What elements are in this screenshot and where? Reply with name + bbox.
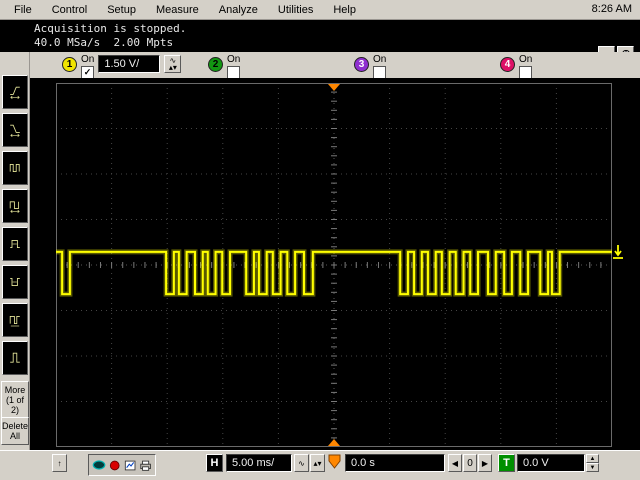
trigger-position-icon[interactable] — [328, 454, 341, 469]
updown-arrows-icon: ▴▾ — [169, 64, 177, 71]
menu-item-help[interactable]: Help — [323, 2, 366, 18]
channel-3-on-label: On — [373, 55, 386, 65]
channel-4-button[interactable]: 4 — [500, 57, 515, 72]
print-icon[interactable] — [139, 459, 152, 472]
spin-up-icon: ▲ — [590, 456, 596, 462]
channel-1-on-label: On — [81, 55, 94, 65]
channel-1-scale-field[interactable]: 1.50 V/ — [98, 55, 160, 73]
menu-item-setup[interactable]: Setup — [97, 2, 146, 18]
menu-item-utilities[interactable]: Utilities — [268, 2, 323, 18]
measure-amplitude-button[interactable] — [2, 341, 28, 375]
frequency-icon — [9, 156, 21, 180]
channel-2-on-label: On — [227, 55, 240, 65]
delete-all-button[interactable]: Delete All — [1, 417, 29, 445]
menu-item-measure[interactable]: Measure — [146, 2, 209, 18]
level-up-button[interactable]: ▲ — [586, 454, 599, 463]
measure-rise-time-button[interactable] — [2, 75, 28, 109]
period-icon — [9, 194, 21, 218]
menu-bar: File Control Setup Measure Analyze Utili… — [0, 0, 640, 20]
wave-icon: ∿ — [298, 459, 305, 468]
channel-3-controls: 3 On — [354, 55, 386, 79]
duty-cycle-icon — [9, 308, 21, 332]
channel-4-controls: 4 On — [500, 55, 532, 79]
channel-2-button[interactable]: 2 — [208, 57, 223, 72]
oscilloscope-app: File Control Setup Measure Analyze Utili… — [0, 0, 640, 480]
timebase-coarse-button[interactable]: ∿ — [294, 454, 309, 472]
channel-3-on-block: On — [373, 55, 386, 79]
timebase-field[interactable]: 5.00 ms/ — [226, 454, 292, 472]
delay-right-button[interactable]: ▶ — [478, 454, 492, 472]
more-label-line2: (1 of 2) — [2, 395, 28, 415]
horizontal-trigger-bar: ↑ H 5.00 ms/ ∿ ▴▾ — [0, 450, 640, 480]
rise-time-icon — [9, 80, 21, 104]
channel-3-button[interactable]: 3 — [354, 57, 369, 72]
channel-2-controls: 2 On — [208, 55, 240, 79]
quick-measure-icon[interactable] — [124, 459, 136, 472]
positive-width-icon — [9, 232, 21, 256]
arrow-up-icon: ↑ — [58, 459, 62, 468]
trigger-setup-button[interactable]: T — [498, 454, 515, 472]
more-label-line1: More — [2, 385, 28, 395]
measure-duty-cycle-button[interactable] — [2, 303, 28, 337]
measure-toolbar: More (1 of 2) Delete All — [0, 52, 30, 480]
check-icon: ✓ — [84, 68, 92, 77]
channel-4-on-block: On — [519, 55, 532, 79]
waveform-area — [30, 78, 640, 450]
negative-width-icon — [9, 270, 21, 294]
trigger-delay-field[interactable]: 0.0 s — [345, 454, 445, 472]
touch-icon[interactable] — [92, 459, 106, 471]
level-down-button[interactable]: ▼ — [586, 463, 599, 472]
right-arrow-icon: ▶ — [482, 459, 488, 468]
channel-1-position-marker[interactable] — [610, 244, 626, 262]
more-measurements-button[interactable]: More (1 of 2) — [1, 381, 29, 419]
measure-negative-width-button[interactable] — [2, 265, 28, 299]
delay-zero-button[interactable]: 0 — [463, 454, 477, 472]
measure-frequency-button[interactable] — [2, 151, 28, 185]
acquisition-status: Acquisition is stopped. — [34, 22, 186, 35]
trigger-slope-button[interactable]: ↑ — [52, 454, 67, 472]
channel-1-on-block: On ✓ — [81, 55, 94, 79]
menu-item-analyze[interactable]: Analyze — [209, 2, 268, 18]
channel-1-scale-adjust-button[interactable]: ∿ ▴▾ — [164, 55, 181, 73]
left-arrow-icon: ◀ — [452, 459, 458, 468]
timebase-fine-button[interactable]: ▴▾ — [310, 454, 325, 472]
amplitude-icon — [9, 346, 21, 370]
clock: 8:26 AM — [592, 3, 632, 15]
sample-rate-memory: 40.0 MSa/s 2.00 Mpts — [34, 36, 173, 49]
menu-item-file[interactable]: File — [4, 2, 42, 18]
stop-record-icon[interactable] — [109, 459, 120, 472]
channel-controls-row: 1 On ✓ 1.50 V/ ∿ ▴▾ 2 On 3 On — [30, 52, 640, 78]
channel-1-button[interactable]: 1 — [62, 57, 77, 72]
quick-action-tray — [88, 454, 156, 476]
fall-time-icon — [9, 118, 21, 142]
status-band: Acquisition is stopped. 40.0 MSa/s 2.00 … — [0, 20, 640, 52]
trigger-level-field[interactable]: 0.0 V — [517, 454, 585, 472]
updown-arrows-icon: ▴▾ — [313, 459, 321, 468]
channel-2-on-block: On — [227, 55, 240, 79]
channel-4-on-label: On — [519, 55, 532, 65]
channel-1-controls: 1 On ✓ 1.50 V/ ∿ ▴▾ — [62, 55, 181, 79]
measure-fall-time-button[interactable] — [2, 113, 28, 147]
menu-item-control[interactable]: Control — [42, 2, 97, 18]
delay-left-button[interactable]: ◀ — [448, 454, 462, 472]
spin-down-icon: ▼ — [590, 465, 596, 471]
delete-label-line2: All — [2, 431, 28, 441]
measure-period-button[interactable] — [2, 189, 28, 223]
delete-label-line1: Delete — [2, 421, 28, 431]
trigger-level-spinner: ▲ ▼ — [586, 454, 599, 472]
measure-positive-width-button[interactable] — [2, 227, 28, 261]
scope-display[interactable] — [56, 83, 612, 447]
horizontal-setup-button[interactable]: H — [206, 454, 223, 472]
